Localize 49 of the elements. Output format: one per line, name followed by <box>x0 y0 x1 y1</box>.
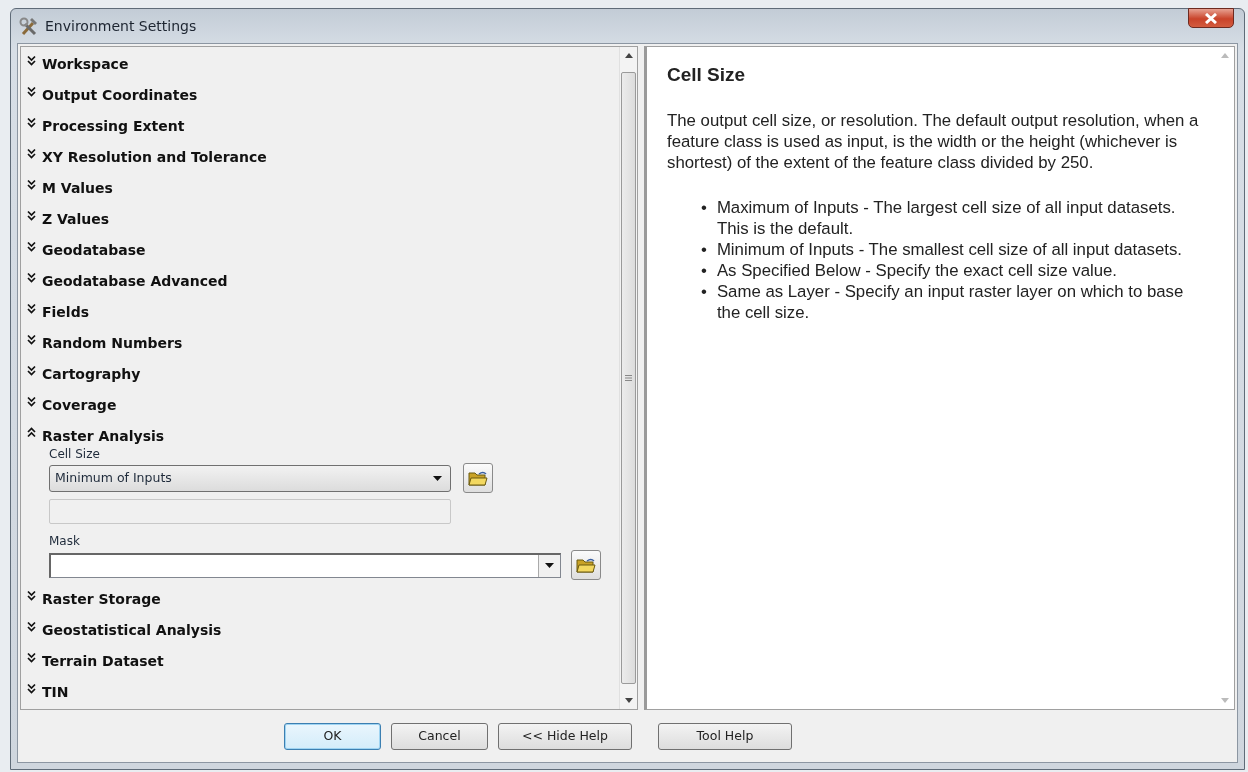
section-header[interactable]: Geodatabase <box>42 241 146 259</box>
field-label: Cell Size <box>49 446 101 463</box>
section-header[interactable]: Terrain Dataset <box>42 652 164 670</box>
field-label: Mask <box>49 533 81 550</box>
scroll-down-icon[interactable] <box>624 698 633 703</box>
section-header[interactable]: Geodatabase Advanced <box>42 272 228 290</box>
caret-icon <box>545 563 554 568</box>
bullet-mark: • <box>701 259 707 281</box>
section-header[interactable]: Random Numbers <box>42 334 183 352</box>
list-item: Same as Layer - Specify an input raster layer on which to base the cell size. <box>716 280 1185 323</box>
dialog-button[interactable]: Cancel <box>391 722 488 750</box>
close-icon <box>1204 12 1218 24</box>
list-item: As Specified Below - Specify the exact cell size value. <box>716 259 1118 281</box>
browse-button[interactable] <box>571 550 601 580</box>
folder-icon <box>576 556 596 574</box>
close-button[interactable] <box>1188 8 1234 28</box>
bullet-mark: • <box>701 238 707 260</box>
section-header[interactable]: Geostatistical Analysis <box>42 621 222 639</box>
browse-button[interactable] <box>463 463 493 493</box>
section-header[interactable]: Processing Extent <box>42 117 185 135</box>
help-title: Cell Size <box>667 63 747 87</box>
list-item: Minimum of Inputs - The smallest cell size of all input datasets. <box>716 238 1182 260</box>
bullet-mark: • <box>701 196 707 218</box>
section-header[interactable]: Fields <box>42 303 89 321</box>
scrollbar[interactable] <box>619 47 637 709</box>
section-header[interactable]: M Values <box>42 179 113 197</box>
dialog-button[interactable]: << Hide Help <box>498 722 632 750</box>
dialog-button[interactable]: Tool Help <box>658 722 792 750</box>
scroll-up-icon[interactable] <box>624 53 633 58</box>
bullet-mark: • <box>701 280 707 302</box>
help-text: The output cell size, or resolution. The default output resolution, when a feature class is used as input, is the width or the height (whichever is shortest) of the extent of the feature class divided by 250. <box>667 109 1200 173</box>
combo-box[interactable] <box>49 552 561 578</box>
section-header[interactable]: Output Coordinates <box>42 86 198 104</box>
tools-icon <box>19 16 39 37</box>
section-header[interactable]: Coverage <box>42 396 117 414</box>
folder-icon <box>468 469 488 487</box>
section-header[interactable]: Raster Analysis <box>42 427 165 445</box>
section-header[interactable]: Raster Storage <box>42 590 161 608</box>
caret-icon <box>433 475 442 481</box>
list-item: Maximum of Inputs - The largest cell size of all input datasets. This is the default. <box>716 196 1177 239</box>
dialog-button[interactable]: OK <box>284 722 381 750</box>
window-title: Environment Settings <box>45 16 197 36</box>
section-header[interactable]: Cartography <box>42 365 141 383</box>
section-header[interactable]: XY Resolution and Tolerance <box>42 148 267 166</box>
section-header[interactable]: Z Values <box>42 210 110 228</box>
section-header[interactable]: TIN <box>42 683 69 701</box>
grip-icon <box>625 375 632 381</box>
section-header[interactable]: Workspace <box>42 55 129 73</box>
dropdown[interactable]: Minimum of Inputs <box>49 464 451 492</box>
